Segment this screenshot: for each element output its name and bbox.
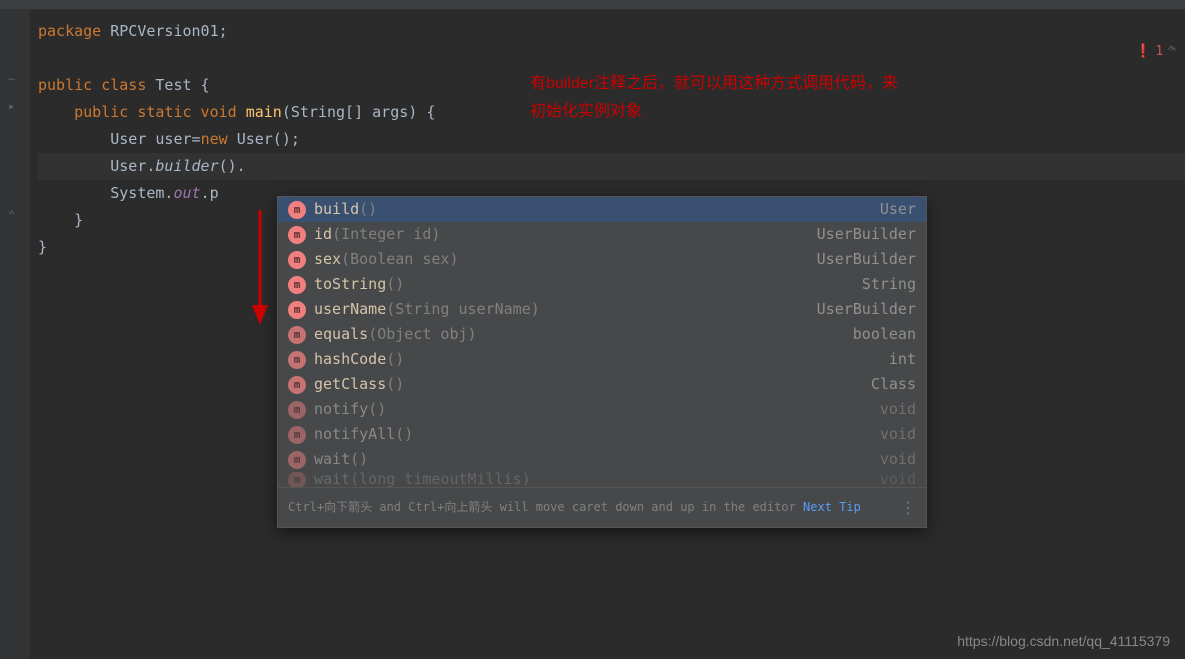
method-params: () — [386, 275, 404, 293]
return-type: int — [889, 346, 916, 373]
return-type: Class — [871, 371, 916, 398]
method-icon: m — [288, 451, 306, 469]
autocomplete-item[interactable]: mid(Integer id) UserBuilder — [278, 222, 926, 247]
return-type: UserBuilder — [817, 246, 916, 273]
watermark: https://blog.csdn.net/qq_41115379 — [957, 633, 1170, 649]
autocomplete-item[interactable]: m toString() String — [278, 272, 926, 297]
method-params: () — [386, 375, 404, 393]
code-line-active: User.builder(). — [38, 153, 1185, 180]
method-params: () — [386, 350, 404, 368]
fold-mark[interactable]: − — [8, 72, 15, 86]
autocomplete-item[interactable]: mwait() void — [278, 447, 926, 472]
code-line: User user=new User(); — [38, 126, 1185, 153]
autocomplete-item[interactable]: m notifyAll() void — [278, 422, 926, 447]
method-name: toString — [314, 275, 386, 293]
return-type: void — [880, 446, 916, 473]
method-name: notify — [314, 400, 368, 418]
return-type: boolean — [853, 321, 916, 348]
method-name: wait — [314, 472, 350, 487]
autocomplete-item[interactable]: mbuild() User — [278, 197, 926, 222]
method-params: () — [395, 425, 413, 443]
code-line — [38, 45, 1185, 72]
error-indicator[interactable]: ❗ 1 ⌃ — [1135, 38, 1175, 65]
method-icon: m — [288, 351, 306, 369]
tab-bar-partial — [0, 0, 1185, 10]
footer-hint: Ctrl+向下箭头 and Ctrl+向上箭头 will move caret … — [288, 500, 803, 514]
chevron-icon: ⌃ — [1167, 38, 1175, 65]
method-name: wait — [314, 450, 350, 468]
method-icon: m — [288, 201, 306, 219]
method-icon: m — [288, 301, 306, 319]
autocomplete-item[interactable]: m hashCode() int — [278, 347, 926, 372]
fold-mark[interactable]: ⌃ — [8, 208, 15, 222]
method-name: build — [314, 200, 359, 218]
method-params: (Integer id) — [332, 225, 440, 243]
method-name: id — [314, 225, 332, 243]
return-type: void — [880, 396, 916, 423]
method-params: () — [368, 400, 386, 418]
code-area[interactable]: ⌃ ❗ 1 ⌃ package RPCVersion01; public cla… — [30, 10, 1185, 659]
more-icon[interactable]: ⋮ — [900, 494, 916, 521]
error-count: 1 — [1155, 38, 1163, 65]
error-icon: ❗ — [1135, 38, 1151, 65]
method-icon: m — [288, 226, 306, 244]
method-params: (Boolean sex) — [341, 250, 458, 268]
method-icon: m — [288, 426, 306, 444]
method-params: () — [359, 200, 377, 218]
method-icon: m — [288, 401, 306, 419]
method-params: (String userName) — [386, 300, 540, 318]
method-name: notifyAll — [314, 425, 395, 443]
method-name: equals — [314, 325, 368, 343]
autocomplete-item[interactable]: mnotify() void — [278, 397, 926, 422]
return-type: String — [862, 271, 916, 298]
autocomplete-popup[interactable]: mbuild()Usermid(Integer id)UserBuilderms… — [277, 196, 927, 528]
autocomplete-item[interactable]: m userName(String userName) UserBuilder — [278, 297, 926, 322]
method-params: (long timeoutMillis) — [350, 472, 531, 487]
method-name: hashCode — [314, 350, 386, 368]
method-icon: m — [288, 251, 306, 269]
autocomplete-item[interactable]: m getClass() Class — [278, 372, 926, 397]
method-icon: m — [288, 276, 306, 294]
autocomplete-item[interactable]: mequals(Object obj) boolean — [278, 322, 926, 347]
return-type: UserBuilder — [817, 221, 916, 248]
autocomplete-item[interactable]: msex(Boolean sex) UserBuilder — [278, 247, 926, 272]
method-name: userName — [314, 300, 386, 318]
method-params: () — [350, 450, 368, 468]
autocomplete-item[interactable]: mwait(long timeoutMillis) void — [278, 472, 926, 487]
method-icon: m — [288, 472, 306, 487]
method-icon: m — [288, 376, 306, 394]
editor-container: − ▸ ⌃ ⌃ ❗ 1 ⌃ package RPCVersion01; publ… — [0, 10, 1185, 659]
run-mark[interactable]: ▸ — [8, 99, 15, 113]
method-icon: m — [288, 326, 306, 344]
method-name: sex — [314, 250, 341, 268]
popup-footer: Ctrl+向下箭头 and Ctrl+向上箭头 will move caret … — [278, 487, 926, 527]
return-type: User — [880, 196, 916, 223]
code-line: package RPCVersion01; — [38, 18, 1185, 45]
gutter: − ▸ ⌃ — [0, 10, 30, 659]
return-type: void — [880, 421, 916, 448]
method-name: getClass — [314, 375, 386, 393]
method-params: (Object obj) — [368, 325, 476, 343]
next-tip-link[interactable]: Next Tip — [803, 500, 861, 514]
annotation-text: 有builder注释之后，就可以用这种方式调用代码，来 初始化实例对象 — [530, 70, 1010, 126]
return-type: void — [880, 472, 916, 487]
return-type: UserBuilder — [817, 296, 916, 323]
